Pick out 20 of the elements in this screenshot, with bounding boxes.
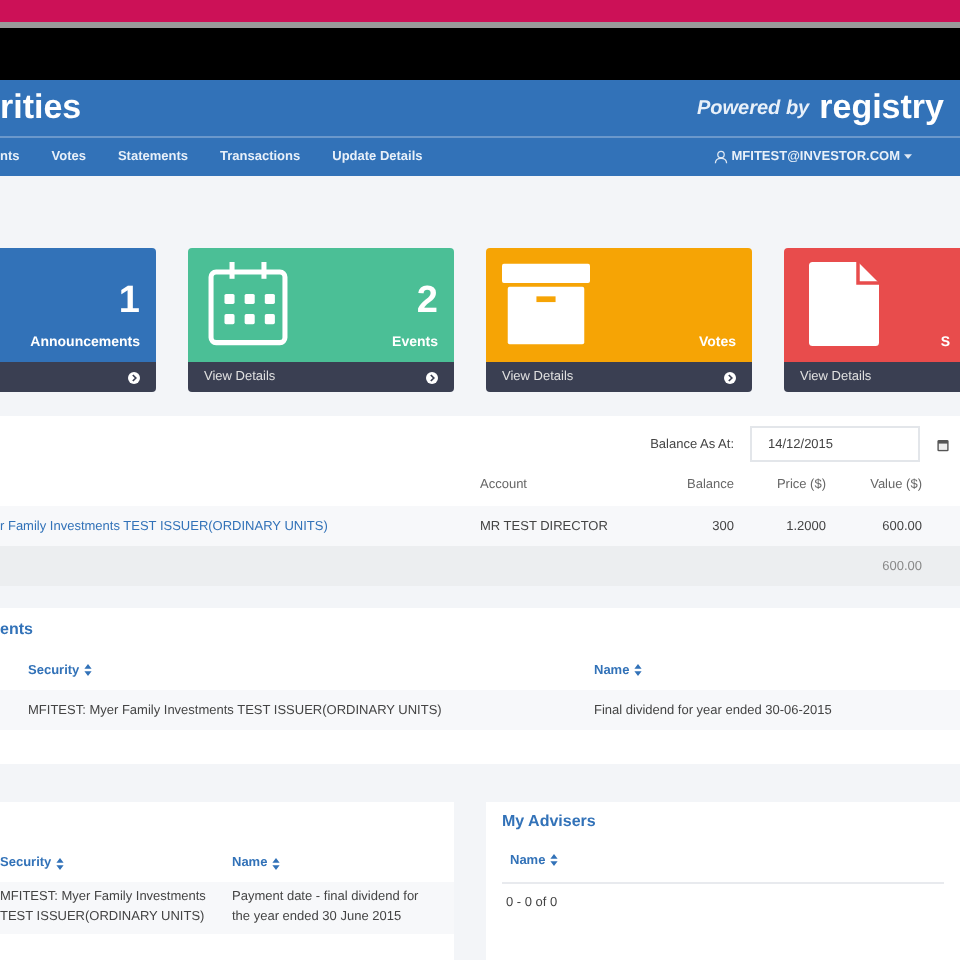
calendar-icon[interactable] — [936, 437, 950, 451]
box-icon — [502, 261, 590, 345]
powered-by-text: Powered by — [696, 97, 810, 119]
panel-title: ents — [0, 620, 35, 638]
arrow-circle-icon — [724, 371, 736, 383]
sort-icon — [549, 854, 558, 866]
arrow-circle-icon — [128, 371, 140, 383]
arrow-circle-icon — [426, 371, 438, 383]
brand-logo: registry — [819, 88, 944, 128]
panel-title: My Advisers — [502, 812, 598, 830]
caret-icon — [904, 154, 912, 160]
sort-icon — [55, 858, 64, 870]
card-count: 1 — [118, 280, 140, 324]
sort-icon — [271, 858, 280, 870]
card-count: 2 — [416, 280, 438, 324]
user-icon — [713, 150, 728, 164]
sort-icon — [83, 664, 92, 676]
calendar-icon — [204, 261, 292, 345]
sort-icon — [633, 664, 642, 676]
site-title: rities — [0, 88, 82, 128]
